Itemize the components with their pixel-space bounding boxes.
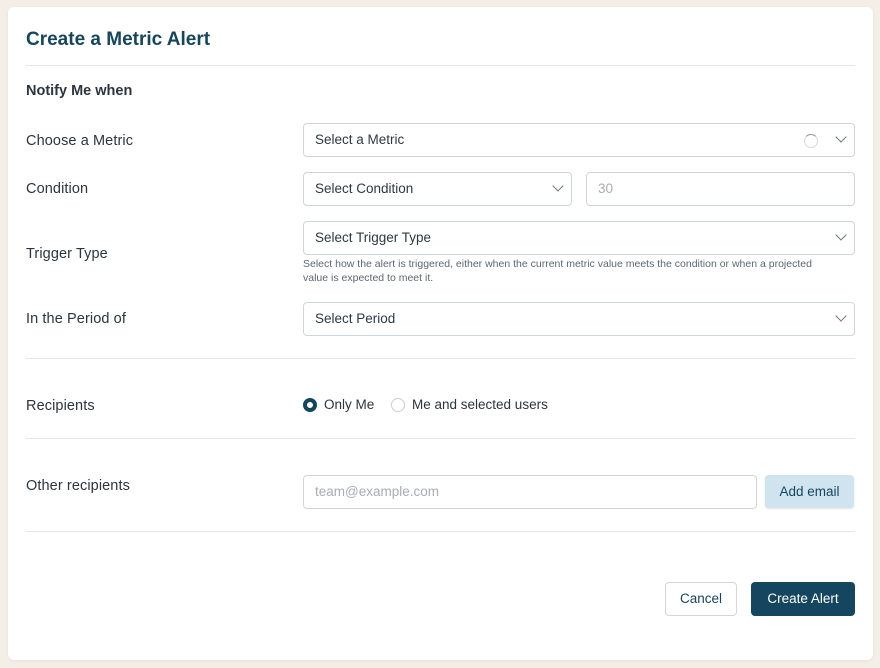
section-divider bbox=[26, 438, 855, 439]
chevron-down-icon bbox=[835, 310, 847, 322]
radio-me-and-selected-users-label: Me and selected users bbox=[412, 397, 548, 412]
footer-divider bbox=[26, 531, 855, 532]
other-recipients-label: Other recipients bbox=[26, 478, 130, 494]
period-label: In the Period of bbox=[26, 311, 126, 327]
threshold-input[interactable]: 30 bbox=[586, 172, 855, 206]
condition-select-value: Select Condition bbox=[315, 181, 414, 196]
trigger-type-select[interactable]: Select Trigger Type bbox=[303, 221, 855, 255]
loading-spinner-icon bbox=[804, 134, 818, 148]
metric-select[interactable]: Select a Metric bbox=[303, 123, 855, 157]
trigger-type-label: Trigger Type bbox=[26, 246, 108, 262]
threshold-placeholder: 30 bbox=[598, 181, 614, 196]
section-divider bbox=[26, 358, 855, 359]
condition-select[interactable]: Select Condition bbox=[303, 172, 572, 206]
email-input[interactable]: team@example.com bbox=[303, 475, 757, 509]
create-alert-button[interactable]: Create Alert bbox=[751, 582, 855, 616]
create-alert-dialog: Create a Metric Alert Notify Me when Cho… bbox=[8, 7, 873, 660]
recipients-label: Recipients bbox=[26, 398, 95, 414]
radio-only-me[interactable]: Only Me bbox=[303, 397, 374, 412]
metric-label: Choose a Metric bbox=[26, 133, 134, 149]
email-input-placeholder: team@example.com bbox=[315, 484, 439, 499]
radio-checked-icon[interactable] bbox=[303, 397, 317, 412]
chevron-down-icon bbox=[835, 131, 847, 143]
radio-me-and-selected-users[interactable]: Me and selected users bbox=[391, 397, 548, 412]
radio-unchecked-icon[interactable] bbox=[391, 397, 405, 412]
radio-only-me-label: Only Me bbox=[324, 397, 375, 412]
dialog-title: Create a Metric Alert bbox=[26, 29, 211, 50]
title-divider bbox=[26, 65, 855, 66]
cancel-button[interactable]: Cancel bbox=[665, 582, 737, 616]
period-select[interactable]: Select Period bbox=[303, 302, 855, 336]
period-select-value: Select Period bbox=[315, 311, 396, 326]
trigger-type-help: Select how the alert is triggered, eithe… bbox=[303, 258, 812, 284]
condition-label: Condition bbox=[26, 181, 89, 197]
chevron-down-icon bbox=[835, 229, 847, 241]
add-email-button[interactable]: Add email bbox=[765, 475, 854, 508]
metric-select-value: Select a Metric bbox=[315, 132, 405, 147]
chevron-down-icon bbox=[552, 180, 564, 192]
trigger-type-select-value: Select Trigger Type bbox=[315, 230, 432, 245]
section-heading: Notify Me when bbox=[26, 83, 133, 99]
